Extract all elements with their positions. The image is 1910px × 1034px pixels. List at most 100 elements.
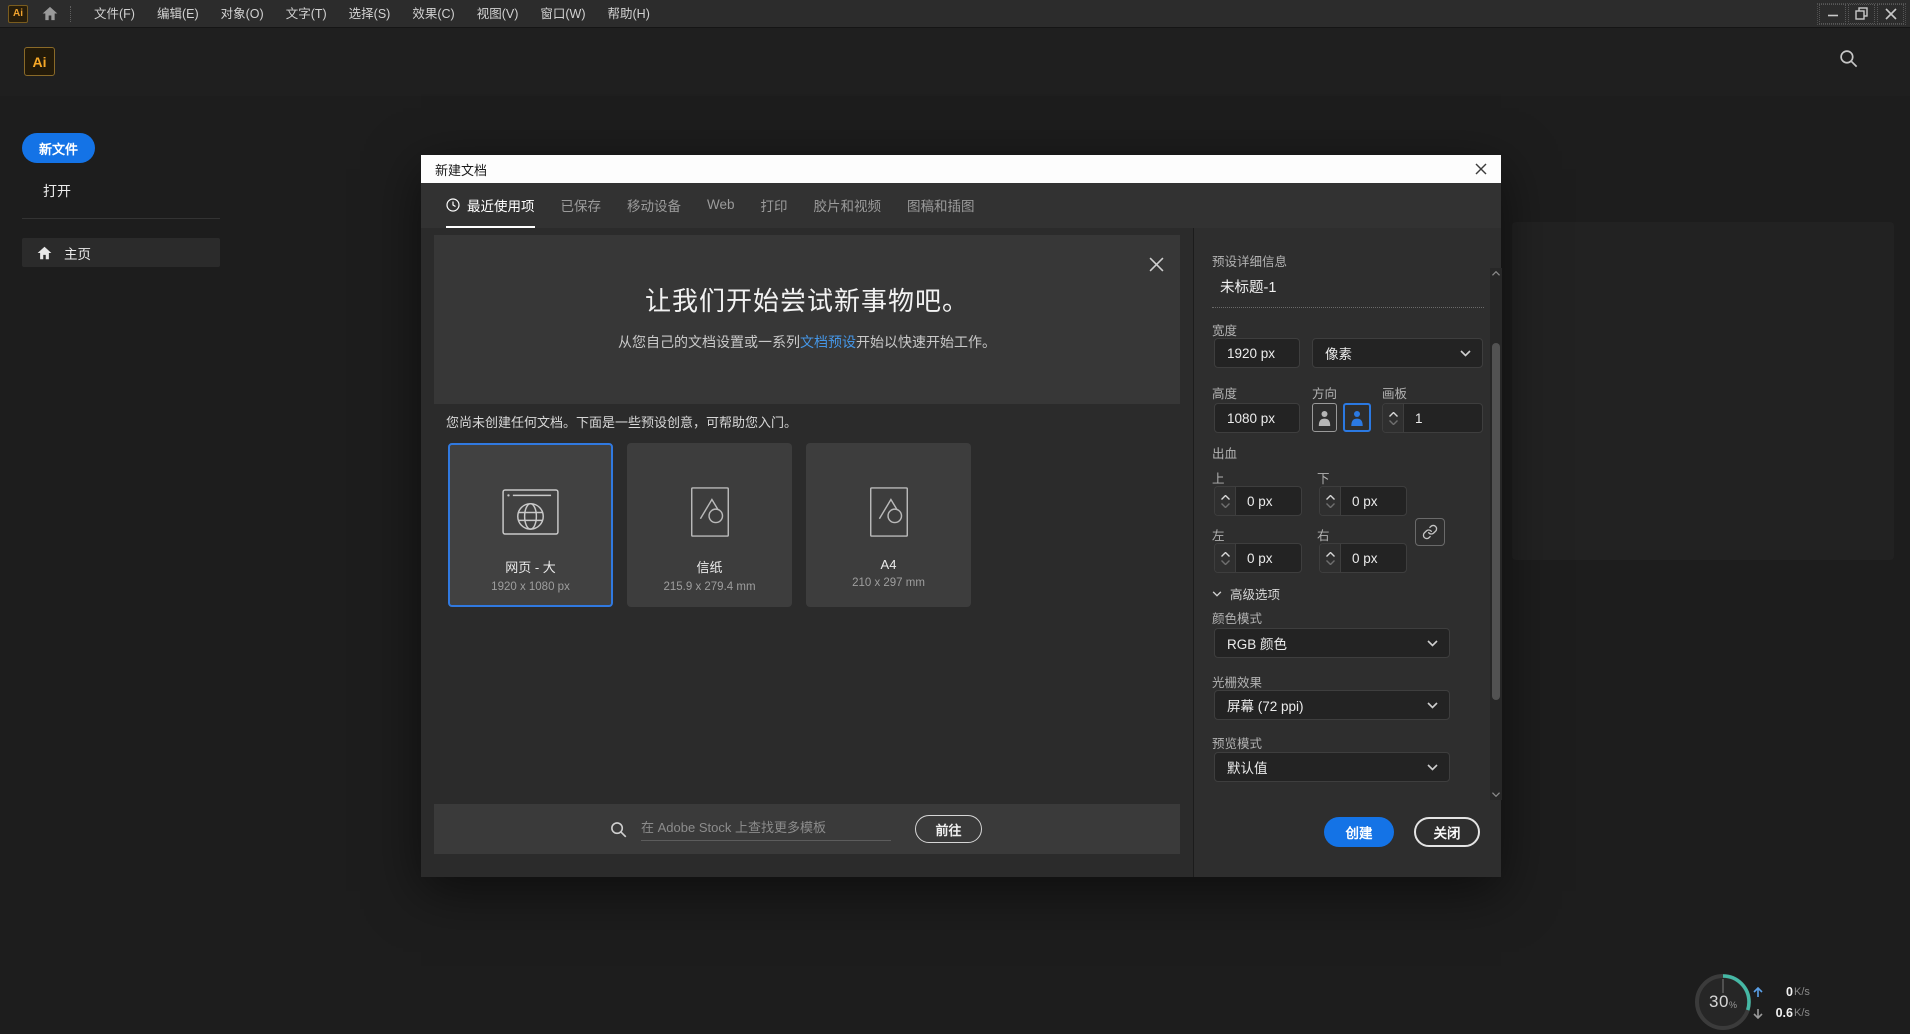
tab-art-illustration[interactable]: 图稿和插图 — [907, 183, 975, 228]
close-icon — [1475, 163, 1487, 175]
stepper-arrows[interactable] — [1320, 544, 1341, 572]
stepper-arrows[interactable] — [1383, 404, 1404, 432]
step-down-icon[interactable] — [1220, 559, 1230, 565]
advanced-options-label: 高级选项 — [1230, 588, 1281, 602]
chevron-down-icon — [1427, 701, 1438, 709]
bleed-left-label: 左 — [1212, 529, 1225, 543]
scroll-up-icon[interactable] — [1490, 271, 1502, 276]
stock-search-bar: 前往 — [434, 804, 1180, 854]
chain-link-icon — [1422, 524, 1438, 540]
bleed-link-toggle[interactable] — [1415, 518, 1445, 546]
menu-object[interactable]: 对象(O) — [210, 0, 275, 28]
menu-select[interactable]: 选择(S) — [338, 0, 402, 28]
stepper-arrows[interactable] — [1215, 487, 1236, 515]
bleed-left-stepper[interactable]: 0 px — [1214, 543, 1302, 573]
subtitle-pre: 从您自己的文档设置或一系列 — [618, 334, 800, 350]
minimize-button[interactable] — [1819, 3, 1846, 24]
stepper-arrows[interactable] — [1215, 544, 1236, 572]
step-up-icon[interactable] — [1325, 551, 1335, 557]
download-arrow-icon — [1753, 1008, 1763, 1019]
chevron-down-icon — [1212, 590, 1222, 597]
menu-view[interactable]: 视图(V) — [466, 0, 530, 28]
menu-window[interactable]: 窗口(W) — [529, 0, 596, 28]
document-presets-link[interactable]: 文档预设 — [800, 334, 856, 350]
tab-film-video[interactable]: 胶片和视频 — [814, 183, 882, 228]
preset-card-a4[interactable]: A4 210 x 297 mm — [806, 443, 971, 607]
step-down-icon[interactable] — [1388, 419, 1398, 425]
orientation-landscape-button[interactable] — [1343, 403, 1371, 432]
upload-value: 0 — [1786, 985, 1793, 999]
step-up-icon[interactable] — [1220, 494, 1230, 500]
chevron-down-icon — [1460, 349, 1471, 357]
step-down-icon[interactable] — [1220, 502, 1230, 508]
preset-card-web-large[interactable]: 网页 - 大 1920 x 1080 px — [448, 443, 613, 607]
restore-button[interactable] — [1848, 3, 1875, 24]
tab-saved[interactable]: 已保存 — [561, 183, 602, 228]
height-input[interactable]: 1080 px — [1214, 403, 1300, 433]
create-button[interactable]: 创建 — [1324, 817, 1394, 847]
dialog-body: 让我们开始尝试新事物吧。 从您自己的文档设置或一系列文档预设开始以快速开始工作。… — [421, 228, 1502, 877]
dialog-tabbar: 最近使用项 已保存 移动设备 Web 打印 胶片和视频 图稿和插图 — [421, 183, 1501, 228]
preset-cards: 网页 - 大 1920 x 1080 px 信纸 215.9 x 279.4 m… — [448, 443, 971, 607]
step-up-icon[interactable] — [1388, 411, 1398, 417]
color-mode-label: 颜色模式 — [1212, 612, 1263, 626]
welcome-banner: 让我们开始尝试新事物吧。 从您自己的文档设置或一系列文档预设开始以快速开始工作。 — [434, 235, 1180, 404]
color-mode-dropdown[interactable]: RGB 颜色 — [1214, 628, 1450, 658]
preview-mode-dropdown[interactable]: 默认值 — [1214, 752, 1450, 782]
tab-mobile[interactable]: 移动设备 — [627, 183, 681, 228]
menu-effect[interactable]: 效果(C) — [401, 0, 465, 28]
home-icon[interactable] — [42, 6, 58, 21]
menu-edit[interactable]: 编辑(E) — [146, 0, 210, 28]
advanced-options-toggle[interactable]: 高级选项 — [1212, 584, 1280, 603]
step-down-icon[interactable] — [1325, 559, 1335, 565]
step-up-icon[interactable] — [1220, 551, 1230, 557]
new-file-button[interactable]: 新文件 — [22, 133, 95, 163]
close-button[interactable]: 关闭 — [1414, 817, 1480, 847]
illustrator-window: Ai 文件(F) 编辑(E) 对象(O) 文字(T) 选择(S) 效果(C) 视… — [0, 0, 1910, 1034]
go-button[interactable]: 前往 — [915, 815, 982, 843]
bleed-right-value: 0 px — [1352, 550, 1378, 566]
width-input[interactable]: 1920 px — [1214, 338, 1300, 368]
open-button[interactable]: 打开 — [43, 181, 71, 201]
scrollbar-thumb[interactable] — [1492, 343, 1500, 700]
stock-search-input[interactable] — [641, 817, 891, 841]
menu-file[interactable]: 文件(F) — [83, 0, 146, 28]
menu-type[interactable]: 文字(T) — [275, 0, 338, 28]
sidebar-home-label: 主页 — [64, 246, 91, 262]
panel-title: 预设详细信息 — [1212, 255, 1288, 269]
document-name-input[interactable] — [1220, 278, 1460, 294]
raster-effects-dropdown[interactable]: 屏幕 (72 ppi) — [1214, 690, 1450, 720]
orientation-portrait-button[interactable] — [1312, 403, 1337, 432]
bleed-top-stepper[interactable]: 0 px — [1214, 486, 1302, 516]
bleed-right-label: 右 — [1317, 529, 1330, 543]
bleed-label: 出血 — [1212, 447, 1238, 461]
dialog-close-button[interactable] — [1475, 163, 1487, 175]
print-document-icon — [690, 487, 730, 537]
sidebar-item-home[interactable]: 主页 — [22, 238, 220, 267]
units-dropdown[interactable]: 像素 — [1312, 338, 1483, 368]
banner-close-button[interactable] — [1149, 257, 1164, 277]
preset-card-letter[interactable]: 信纸 215.9 x 279.4 mm — [627, 443, 792, 607]
chevron-down-icon — [1427, 763, 1438, 771]
artboard-stepper[interactable]: 1 — [1382, 403, 1483, 433]
bleed-bottom-stepper[interactable]: 0 px — [1319, 486, 1407, 516]
tab-recent-label: 最近使用项 — [467, 198, 535, 214]
panel-scrollbar[interactable] — [1490, 268, 1502, 800]
scroll-down-icon[interactable] — [1490, 792, 1502, 797]
search-icon[interactable] — [1839, 49, 1858, 73]
banner-subtitle: 从您自己的文档设置或一系列文档预设开始以快速开始工作。 — [434, 332, 1180, 352]
minimize-icon — [1827, 14, 1838, 16]
background-panel-placeholder — [1512, 222, 1894, 560]
tab-web[interactable]: Web — [707, 183, 735, 228]
subtitle-post: 开始以快速开始工作。 — [856, 334, 996, 350]
landscape-person-icon — [1351, 410, 1363, 426]
step-up-icon[interactable] — [1325, 494, 1335, 500]
height-label: 高度 — [1212, 387, 1238, 401]
tab-recent[interactable]: 最近使用项 — [446, 183, 535, 228]
menu-help[interactable]: 帮助(H) — [597, 0, 661, 28]
bleed-right-stepper[interactable]: 0 px — [1319, 543, 1407, 573]
step-down-icon[interactable] — [1325, 502, 1335, 508]
tab-print[interactable]: 打印 — [761, 183, 788, 228]
stepper-arrows[interactable] — [1320, 487, 1341, 515]
close-window-button[interactable] — [1877, 3, 1904, 24]
